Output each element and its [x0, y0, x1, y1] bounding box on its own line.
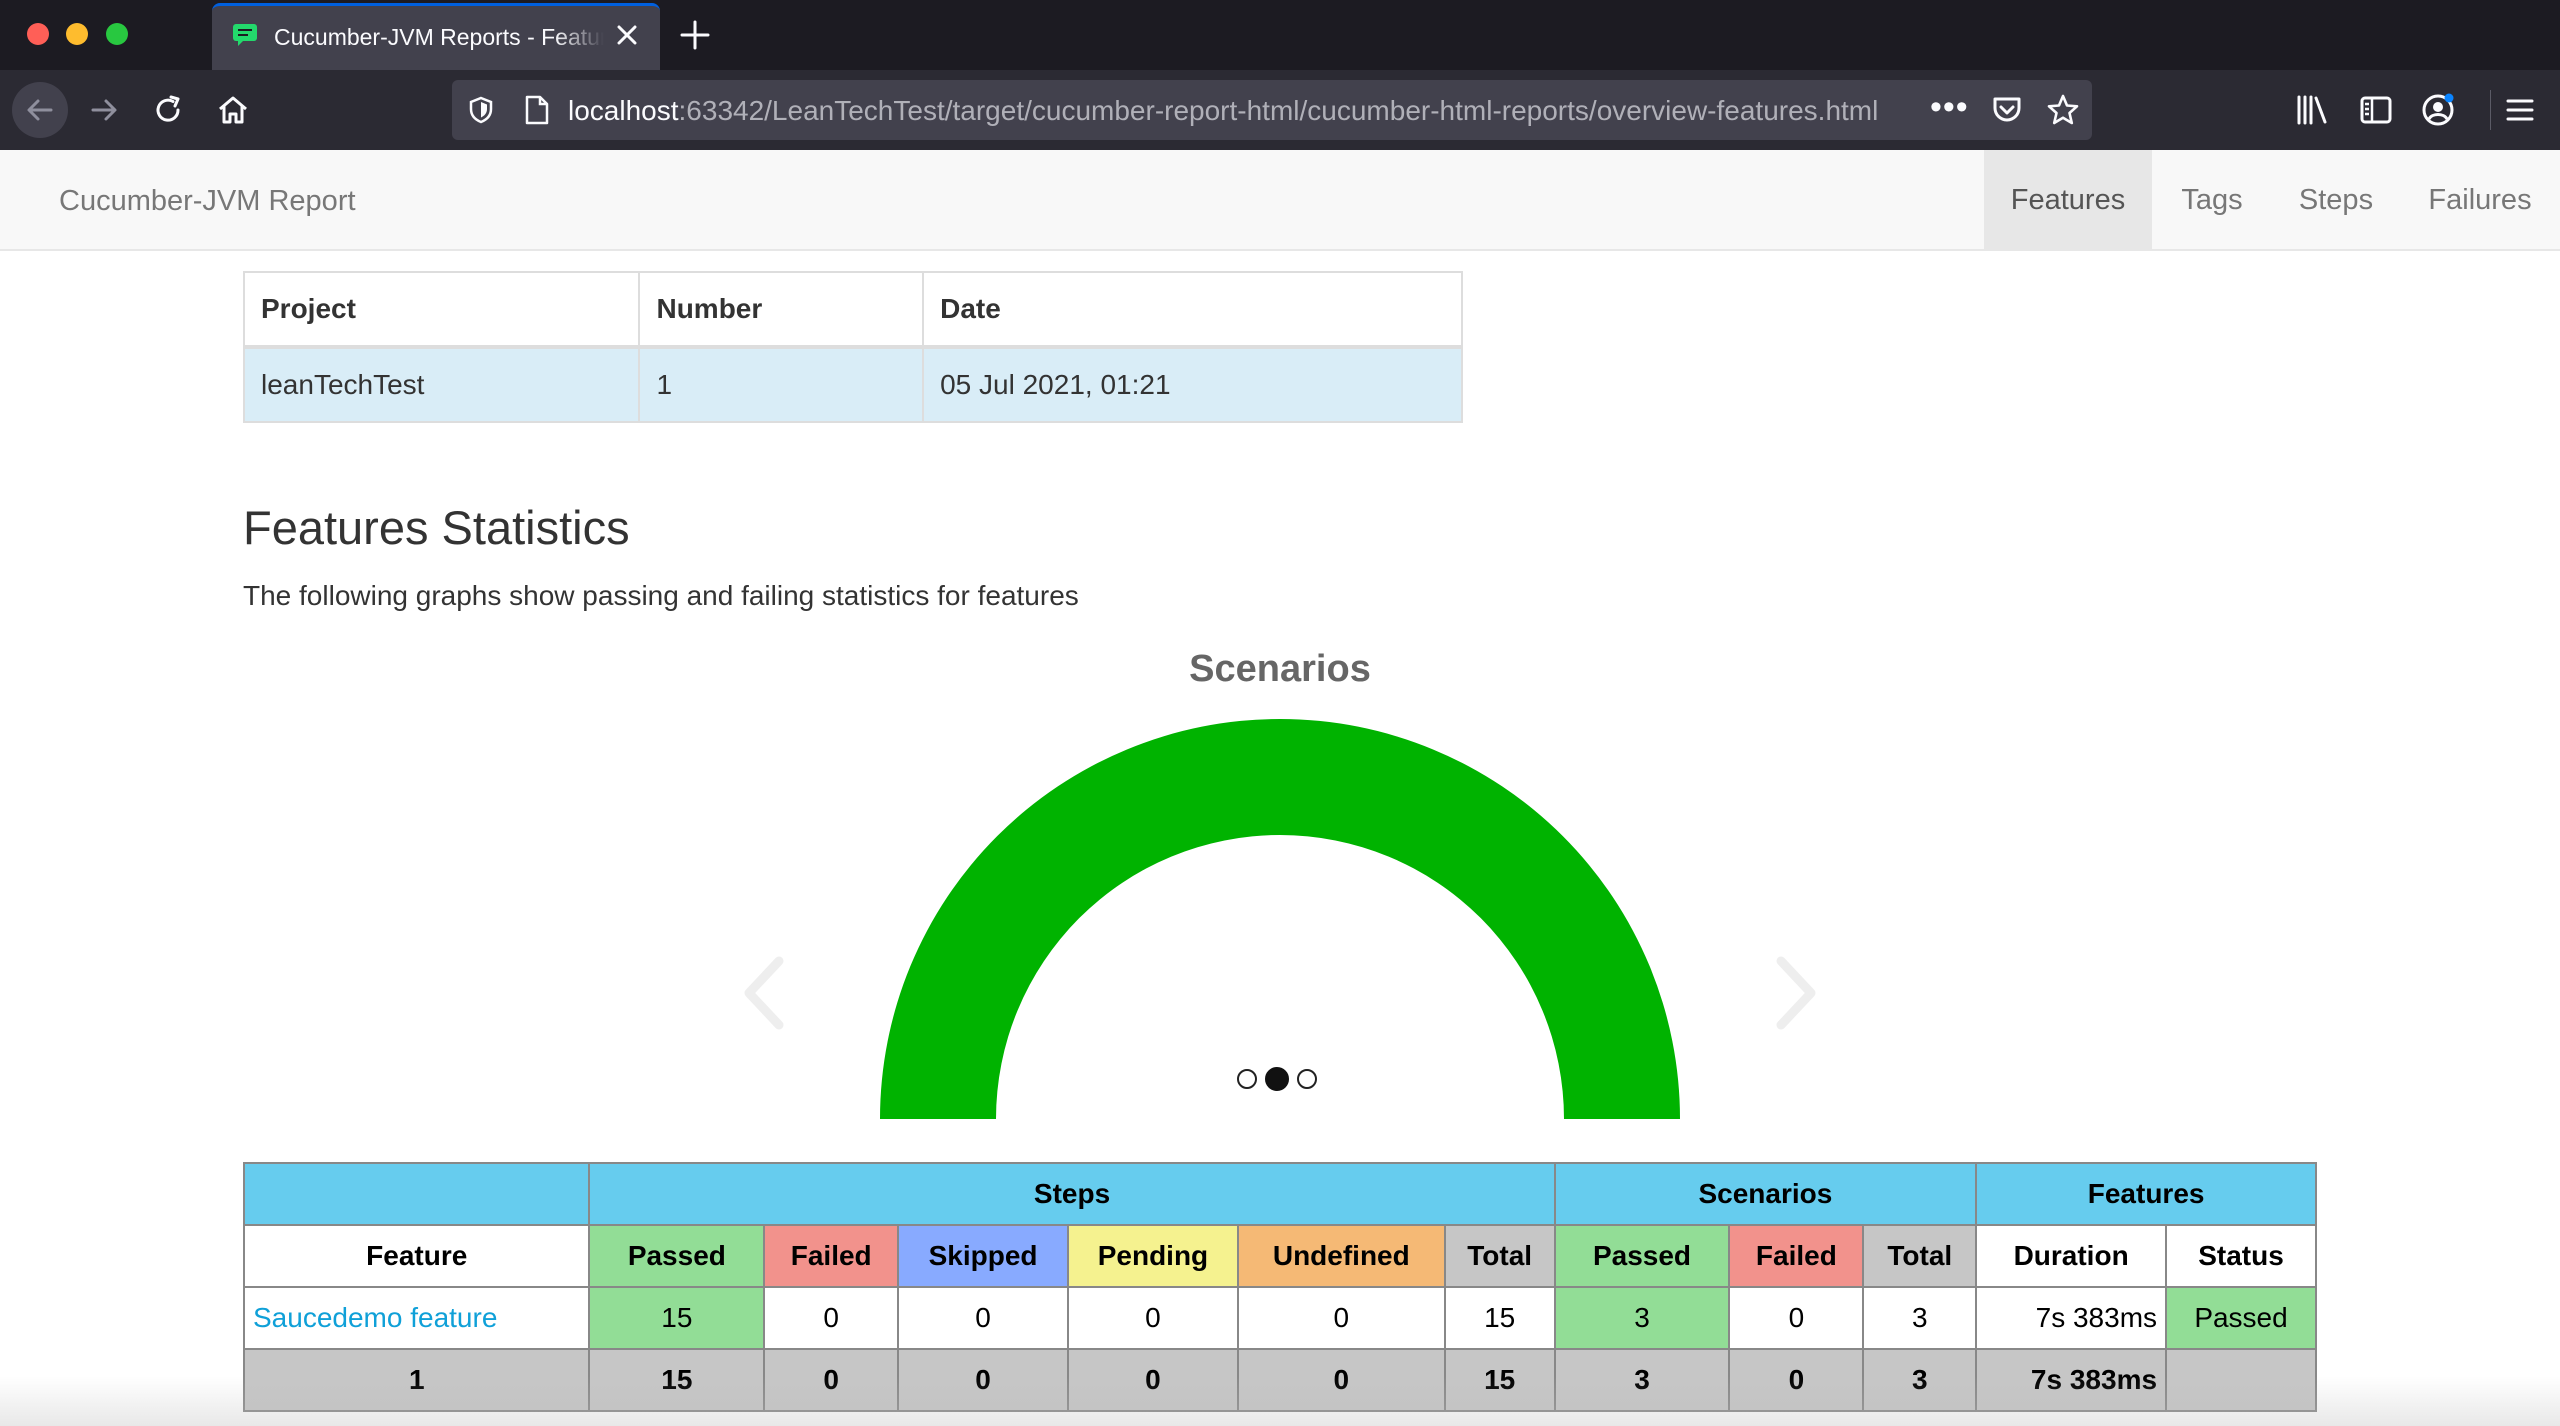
- group-scenarios: Scenarios: [1553, 1162, 1978, 1226]
- cell-steps-undefined: 0: [1236, 1286, 1446, 1350]
- cucumber-favicon-icon: [233, 24, 257, 46]
- zoom-window-button[interactable]: [106, 23, 128, 45]
- info-number: 1: [638, 346, 925, 423]
- status-badge: Passed: [2165, 1286, 2317, 1350]
- cell-steps-failed: 0: [763, 1286, 900, 1350]
- col-scenarios-passed[interactable]: Passed: [1553, 1224, 1731, 1288]
- info-header-row: Project Number Date: [242, 271, 1463, 349]
- col-scenarios-total[interactable]: Total: [1862, 1224, 1978, 1288]
- reload-button[interactable]: [140, 82, 196, 138]
- carousel-indicator-3[interactable]: [1297, 1069, 1317, 1089]
- page-icon[interactable]: [524, 94, 550, 126]
- info-row: leanTechTest 1 05 Jul 2021, 01:21: [242, 346, 1463, 423]
- carousel-indicators: [1237, 1067, 1317, 1091]
- toolbar-separator: [2490, 90, 2491, 130]
- new-tab-icon[interactable]: [678, 18, 712, 52]
- back-button[interactable]: [12, 82, 68, 138]
- features-statistics-title: Features Statistics: [243, 501, 630, 554]
- cell-scenarios-passed: 3: [1553, 1286, 1731, 1350]
- info-header-date: Date: [922, 271, 1463, 349]
- report-brand[interactable]: Cucumber-JVM Report: [59, 185, 356, 218]
- col-feature[interactable]: Feature: [242, 1224, 591, 1288]
- forward-icon: [91, 99, 117, 121]
- group-header-row: Steps Scenarios Features: [242, 1162, 2317, 1226]
- tab-strip: Cucumber-JVM Reports - Features Overview: [0, 0, 2560, 70]
- nav-steps[interactable]: Steps: [2272, 150, 2400, 251]
- minimize-window-button[interactable]: [66, 23, 88, 45]
- bottom-shadow: [0, 1376, 2560, 1426]
- nav-tags[interactable]: Tags: [2152, 150, 2272, 251]
- tab-title: Cucumber-JVM Reports - Features Overview: [274, 24, 604, 50]
- cell-steps-skipped: 0: [897, 1286, 1070, 1350]
- feature-link[interactable]: Saucedemo feature: [242, 1286, 591, 1350]
- chart-title: Scenarios: [1189, 648, 1371, 690]
- nav-features[interactable]: Features: [1984, 150, 2152, 251]
- carousel-prev-icon[interactable]: [735, 953, 795, 1033]
- cell-steps-total: 15: [1443, 1286, 1556, 1350]
- col-steps-skipped[interactable]: Skipped: [897, 1224, 1070, 1288]
- shield-icon[interactable]: [466, 95, 496, 125]
- page-actions-menu-button[interactable]: •••: [1930, 88, 1969, 127]
- home-button[interactable]: [205, 82, 261, 138]
- features-statistics-description: The following graphs show passing and fa…: [243, 580, 1079, 611]
- url-path: :63342/LeanTechTest/target/cucumber-repo…: [678, 95, 1879, 126]
- col-status[interactable]: Status: [2165, 1224, 2317, 1288]
- col-steps-passed[interactable]: Passed: [588, 1224, 766, 1288]
- cell-scenarios-failed: 0: [1728, 1286, 1865, 1350]
- reload-icon: [156, 95, 180, 122]
- group-steps: Steps: [588, 1162, 1556, 1226]
- address-bar[interactable]: localhost:63342/LeanTechTest/target/cucu…: [452, 80, 2092, 140]
- info-header-number: Number: [638, 271, 925, 349]
- cell-steps-pending: 0: [1067, 1286, 1239, 1350]
- col-steps-total[interactable]: Total: [1443, 1224, 1556, 1288]
- scenarios-gauge-chart: [880, 719, 1680, 1119]
- navigation-toolbar: localhost:63342/LeanTechTest/target/cucu…: [0, 70, 2560, 150]
- close-tab-icon[interactable]: [612, 20, 642, 50]
- info-header-project: Project: [242, 271, 641, 349]
- home-icon: [219, 96, 247, 124]
- url-host: localhost: [568, 95, 679, 126]
- browser-chrome: Cucumber-JVM Reports - Features Overview: [0, 0, 2560, 150]
- table-row: Saucedemo feature 15 0 0 0 0 15 3 0 3 7s…: [242, 1286, 2317, 1350]
- cell-scenarios-total: 3: [1862, 1286, 1978, 1350]
- nav-failures[interactable]: Failures: [2400, 150, 2560, 251]
- pocket-icon[interactable]: [1990, 93, 2024, 127]
- report-navbar: Cucumber-JVM Report Features Tags Steps …: [0, 150, 2560, 251]
- forward-button[interactable]: [76, 82, 132, 138]
- cell-duration: 7s 383ms: [1975, 1286, 2168, 1350]
- gauge-slice-passed: [880, 719, 1680, 1119]
- browser-tab[interactable]: Cucumber-JVM Reports - Features Overview: [212, 3, 660, 70]
- url-text[interactable]: localhost:63342/LeanTechTest/target/cucu…: [568, 95, 1968, 127]
- group-features: Features: [1975, 1162, 2317, 1226]
- col-steps-pending[interactable]: Pending: [1067, 1224, 1239, 1288]
- cell-steps-passed: 15: [588, 1286, 766, 1350]
- back-icon: [27, 99, 53, 121]
- feature-stats-table: Steps Scenarios Features Feature Passed …: [242, 1162, 2317, 1412]
- account-icon[interactable]: [2420, 92, 2456, 128]
- build-info-table: Project Number Date leanTechTest 1 05 Ju…: [242, 271, 1463, 423]
- chart-carousel: Scenarios: [700, 635, 1860, 1125]
- sidebar-icon[interactable]: [2358, 92, 2394, 128]
- group-empty: [242, 1162, 591, 1226]
- col-steps-failed[interactable]: Failed: [763, 1224, 900, 1288]
- close-window-button[interactable]: [27, 23, 49, 45]
- column-header-row: Feature Passed Failed Skipped Pending Un…: [242, 1224, 2317, 1288]
- menu-icon[interactable]: [2502, 92, 2538, 128]
- carousel-indicator-2[interactable]: [1265, 1067, 1289, 1091]
- col-steps-undefined[interactable]: Undefined: [1236, 1224, 1446, 1288]
- col-scenarios-failed[interactable]: Failed: [1728, 1224, 1865, 1288]
- library-icon[interactable]: [2294, 92, 2330, 128]
- star-icon[interactable]: [2046, 93, 2080, 127]
- carousel-next-icon[interactable]: [1765, 953, 1825, 1033]
- info-project: leanTechTest: [242, 346, 641, 423]
- col-duration[interactable]: Duration: [1975, 1224, 2168, 1288]
- carousel-indicator-1[interactable]: [1237, 1069, 1257, 1089]
- info-date: 05 Jul 2021, 01:21: [922, 346, 1463, 423]
